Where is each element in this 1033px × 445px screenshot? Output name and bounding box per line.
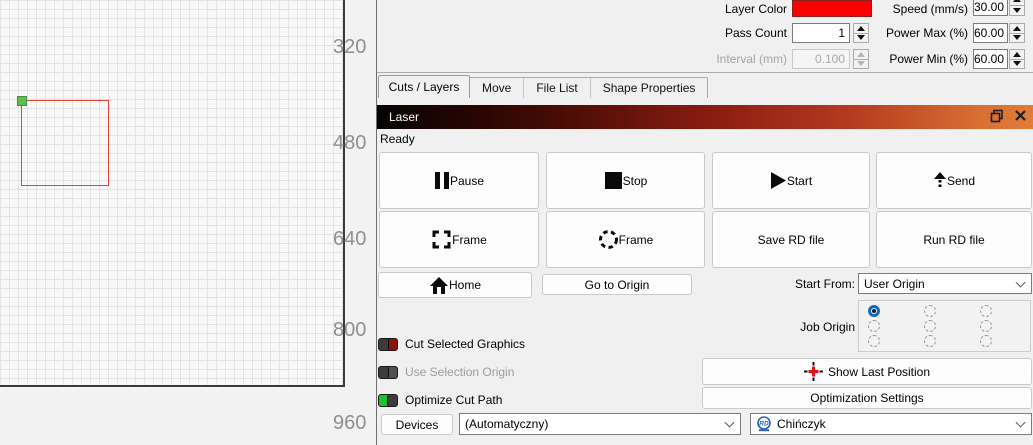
port-select[interactable]: (Automatyczny) bbox=[459, 413, 741, 435]
tab-file-list[interactable]: File List bbox=[523, 78, 589, 98]
chevron-down-icon bbox=[1016, 418, 1026, 428]
job-origin-radio[interactable] bbox=[980, 335, 992, 347]
power-min-spinner[interactable] bbox=[1009, 49, 1025, 69]
start-button[interactable]: Start bbox=[712, 152, 870, 209]
ruler-label: 960 bbox=[333, 412, 371, 434]
power-max-spinner[interactable] bbox=[1009, 23, 1025, 43]
cut-selected-label: Cut Selected Graphics bbox=[405, 337, 525, 351]
ruler-label: 480 bbox=[333, 132, 371, 154]
use-selection-origin-toggle[interactable] bbox=[378, 366, 398, 379]
cut-selected-toggle[interactable] bbox=[378, 338, 398, 351]
stop-button[interactable]: Stop bbox=[546, 152, 705, 209]
chevron-down-icon bbox=[725, 418, 735, 428]
optimization-settings-button[interactable]: Optimization Settings bbox=[702, 387, 1032, 409]
frame-square-button[interactable]: Frame bbox=[379, 211, 539, 268]
home-button[interactable]: Home bbox=[378, 272, 532, 298]
job-origin-radio[interactable] bbox=[868, 305, 880, 317]
ruler-label: 640 bbox=[333, 228, 371, 250]
stop-icon bbox=[604, 171, 623, 190]
svg-text:RD: RD bbox=[759, 421, 769, 428]
speed-spinner[interactable] bbox=[1009, 0, 1025, 16]
frame-circle-icon bbox=[598, 229, 619, 250]
ruida-logo-icon: RD bbox=[756, 416, 772, 432]
tab-move[interactable]: Move bbox=[470, 78, 523, 98]
start-icon bbox=[770, 171, 787, 190]
speed-label: Speed (mm/s) bbox=[857, 0, 968, 19]
laser-dock-titlebar[interactable]: Laser bbox=[377, 105, 1033, 129]
power-min-label: Power Min (%) bbox=[857, 49, 968, 69]
ruler-label: 320 bbox=[333, 36, 371, 58]
interval-label: Interval (mm) bbox=[677, 49, 787, 69]
ruler-label: 800 bbox=[333, 319, 371, 341]
float-window-icon[interactable] bbox=[990, 109, 1004, 123]
frame-circle-button[interactable]: Frame bbox=[546, 211, 705, 268]
workspace-canvas[interactable]: 320 480 640 800 960 bbox=[0, 0, 376, 445]
send-button[interactable]: Send bbox=[876, 152, 1032, 209]
start-from-label: Start From: bbox=[769, 277, 855, 291]
job-origin-label: Job Origin bbox=[769, 320, 855, 334]
speed-input[interactable]: 30.00 bbox=[973, 0, 1008, 16]
use-selection-row: Use Selection Origin bbox=[378, 365, 514, 379]
shape-origin-handle[interactable] bbox=[17, 96, 27, 106]
pause-icon bbox=[434, 171, 450, 190]
pass-count-label: Pass Count bbox=[677, 23, 787, 43]
job-origin-radio[interactable] bbox=[980, 320, 992, 332]
run-rd-file-button[interactable]: Run RD file bbox=[876, 211, 1032, 268]
laser-status-text: Ready bbox=[380, 132, 415, 146]
job-origin-radio[interactable] bbox=[868, 335, 880, 347]
layer-color-label: Layer Color bbox=[677, 0, 787, 19]
job-origin-grid bbox=[858, 300, 1031, 352]
optimize-row: Optimize Cut Path bbox=[378, 393, 502, 407]
job-origin-radio[interactable] bbox=[924, 335, 936, 347]
tab-cuts-layers[interactable]: Cuts / Layers bbox=[378, 75, 470, 98]
send-icon bbox=[933, 171, 947, 190]
go-to-origin-button[interactable]: Go to Origin bbox=[542, 274, 692, 295]
home-icon bbox=[429, 276, 449, 295]
optimize-cut-path-label: Optimize Cut Path bbox=[405, 393, 502, 407]
job-origin-radio[interactable] bbox=[924, 320, 936, 332]
job-origin-radio[interactable] bbox=[924, 305, 936, 317]
right-panel: Layer Color Speed (mm/s) 30.00 Pass Coun… bbox=[377, 0, 1033, 445]
save-rd-file-button[interactable]: Save RD file bbox=[712, 211, 870, 268]
power-max-label: Power Max (%) bbox=[857, 23, 968, 43]
laser-dock-title: Laser bbox=[389, 110, 419, 124]
show-last-position-button[interactable]: Show Last Position bbox=[702, 358, 1032, 385]
chevron-down-icon bbox=[1016, 277, 1026, 287]
tab-group: Move File List Shape Properties bbox=[470, 77, 708, 98]
cut-selected-row: Cut Selected Graphics bbox=[378, 337, 525, 351]
power-max-input[interactable]: 60.00 bbox=[973, 23, 1008, 43]
devices-button[interactable]: Devices bbox=[381, 414, 453, 435]
crosshair-icon bbox=[804, 362, 823, 381]
frame-square-icon bbox=[431, 229, 452, 250]
close-icon[interactable] bbox=[1014, 109, 1027, 123]
tab-shape-properties[interactable]: Shape Properties bbox=[590, 78, 708, 98]
interval-input: 0.100 bbox=[792, 49, 850, 69]
optimize-cut-path-toggle[interactable] bbox=[378, 394, 398, 407]
design-rectangle[interactable] bbox=[21, 100, 109, 186]
pass-count-input[interactable]: 1 bbox=[792, 23, 850, 43]
job-origin-radio[interactable] bbox=[980, 305, 992, 317]
start-from-select[interactable]: User Origin bbox=[858, 273, 1032, 294]
power-min-input[interactable]: 60.00 bbox=[973, 49, 1008, 69]
use-selection-origin-label: Use Selection Origin bbox=[405, 365, 514, 379]
grid-background[interactable] bbox=[0, 0, 345, 387]
device-select[interactable]: RD Chińczyk bbox=[750, 413, 1032, 435]
pause-button[interactable]: Pause bbox=[379, 152, 539, 209]
job-origin-radio[interactable] bbox=[868, 320, 880, 332]
cut-settings-section: Layer Color Speed (mm/s) 30.00 Pass Coun… bbox=[377, 0, 1033, 73]
